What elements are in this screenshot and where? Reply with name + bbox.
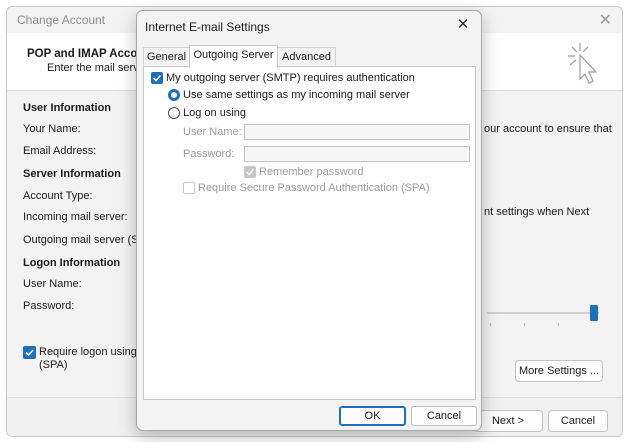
label-outgoing-mail-server: Outgoing mail server (SM [23,234,148,246]
require-logon-spa-label-line2: (SPA) [39,359,68,371]
section-server-information: Server Information [23,168,121,180]
change-account-title: Change Account [17,13,106,27]
outgoing-server-panel: My outgoing server (SMTP) requires authe… [143,66,476,400]
user-name-label: User Name: [183,126,242,138]
require-spa-label: Require Secure Password Authentication (… [198,182,430,194]
checkmark-icon [152,74,162,82]
test-account-info-text: our account to ensure that [484,123,612,135]
section-logon-information: Logon Information [23,257,121,269]
offline-slider-track[interactable] [487,312,599,314]
dialog-cancel-button[interactable]: Cancel [411,406,477,426]
change-account-close-icon[interactable]: ✕ [599,10,612,30]
slider-tick [490,323,491,326]
require-logon-spa-label-line1: Require logon using [39,346,137,358]
require-logon-spa-label: Require logon using (SPA) [39,346,137,372]
checkmark-icon [25,349,34,357]
background-cancel-button[interactable]: Cancel [548,410,608,432]
password-input[interactable] [244,146,470,162]
log-on-using-radio[interactable] [168,107,180,119]
remember-password-label: Remember password [259,166,364,178]
label-account-type: Account Type: [23,190,93,202]
tab-general[interactable]: General [143,47,190,67]
tab-outgoing-server[interactable]: Outgoing Server [189,45,278,68]
test-settings-info-text: nt settings when Next [484,206,590,218]
dialog-title: Internet E-mail Settings [145,20,270,34]
password-label: Password: [183,148,235,160]
label-incoming-mail-server: Incoming mail server: [23,211,128,223]
use-same-settings-label: Use same settings as my incoming mail se… [183,89,410,101]
smtp-auth-label: My outgoing server (SMTP) requires authe… [166,72,415,84]
change-account-header-title: POP and IMAP Accoun [27,48,152,60]
slider-tick [558,323,559,326]
section-user-information: User Information [23,102,112,114]
use-same-settings-radio[interactable] [168,89,180,101]
label-email-address: Email Address: [23,145,97,157]
internet-email-settings-dialog: Internet E-mail Settings ✕ General Outgo… [136,10,482,431]
cursor-sparkle-icon [568,43,598,84]
require-spa-checkbox[interactable] [183,182,195,194]
smtp-auth-checkbox[interactable] [151,72,163,84]
change-account-header-subtitle: Enter the mail server [47,62,149,74]
slider-tick [524,323,525,326]
next-button[interactable]: Next > [473,410,543,432]
dialog-close-icon[interactable]: ✕ [453,15,473,35]
label-your-name: Your Name: [23,123,81,135]
log-on-using-label: Log on using [183,107,246,119]
require-logon-spa-checkbox[interactable] [23,346,36,359]
tab-advanced[interactable]: Advanced [277,47,336,67]
ok-button[interactable]: OK [339,406,406,426]
user-name-input[interactable] [244,124,470,140]
more-settings-button[interactable]: More Settings ... [515,360,603,382]
label-logon-user-name: User Name: [23,278,82,290]
remember-password-checkbox[interactable] [244,166,256,178]
checkmark-icon [245,168,255,176]
offline-slider-thumb[interactable] [590,305,598,321]
label-logon-password: Password: [23,300,75,312]
